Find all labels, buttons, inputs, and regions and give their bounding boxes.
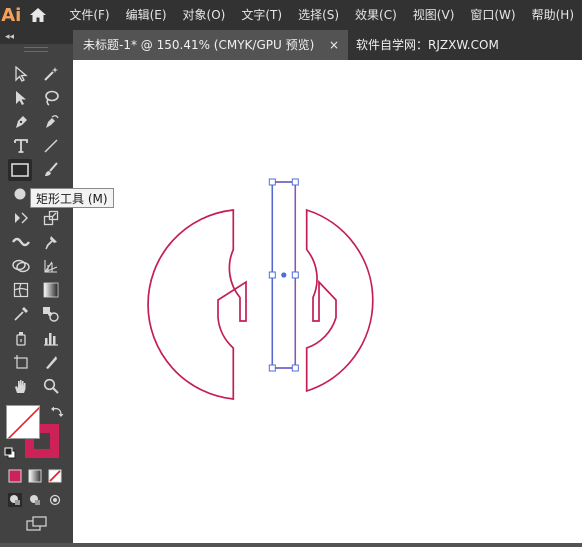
menu-edit[interactable]: 编辑(E) [118,0,175,30]
tab-document[interactable]: 未标题-1* @ 150.41% (CMYK/GPU 预览) [73,30,348,60]
artboard-icon[interactable] [9,351,33,373]
type-icon[interactable] [9,135,33,157]
menu-bar: Ai 文件(F) 编辑(E) 对象(O) 文字(T) 选择(S) 效果(C) 视… [0,0,582,30]
panel-grip[interactable] [24,47,48,52]
artwork [147,178,374,400]
zoom-icon[interactable] [39,375,63,397]
app-logo: Ai [1,4,22,26]
menu-object[interactable]: 对象(O) [175,0,234,30]
menu-help[interactable]: 帮助(H) [524,0,582,30]
line-segment-icon[interactable] [39,135,63,157]
rectangle-icon[interactable] [8,159,32,181]
document-tab-bar: 未标题-1* @ 150.41% (CMYK/GPU 预览) × 软件自学网：R… [73,30,582,60]
menu-view[interactable]: 视图(V) [405,0,463,30]
shape-builder-icon[interactable] [9,255,33,277]
menu-window[interactable]: 窗口(W) [462,0,523,30]
curvature-icon[interactable] [39,111,63,133]
logo-left-half[interactable] [147,209,247,400]
artboard-canvas[interactable] [73,60,582,543]
none-slash-icon [7,406,39,438]
puppet-warp-icon[interactable] [39,231,63,253]
fill-color-swatch[interactable] [6,405,40,439]
screen-mode-icon[interactable] [26,516,48,532]
logo-right-half[interactable] [305,208,374,393]
symbol-sprayer-icon[interactable] [9,327,33,349]
menu-file[interactable]: 文件(F) [61,0,117,30]
hand-icon[interactable] [9,375,33,397]
tool-tooltip: 矩形工具 (M) [30,188,114,208]
perspective-grid-icon[interactable] [39,255,63,277]
magic-wand-icon[interactable] [39,63,63,85]
pen-icon[interactable] [9,111,33,133]
selection-bounding-box[interactable] [268,178,299,372]
slice-icon[interactable] [39,351,63,373]
selection-tool-icon[interactable] [9,63,33,85]
scale-icon[interactable] [39,207,63,229]
color-mode-button[interactable] [8,468,24,484]
home-icon[interactable] [29,0,48,30]
swap-colors-icon[interactable] [50,404,66,420]
tab-close-icon[interactable]: × [329,30,339,60]
gradient-mode-button[interactable] [28,468,44,484]
draw-behind-button[interactable] [28,492,44,508]
default-colors-icon[interactable] [4,444,20,460]
paintbrush-icon[interactable] [39,159,63,181]
none-mode-button[interactable] [48,468,64,484]
menu-type[interactable]: 文字(T) [233,0,290,30]
lasso-icon[interactable] [39,87,63,109]
panel-collapse-button[interactable]: ◂◂ [0,30,73,44]
tab-watermark-label: 软件自学网：RJZXW.COM [356,38,499,52]
width-icon[interactable] [9,231,33,253]
eyedropper-icon[interactable] [9,303,33,325]
mesh-icon[interactable] [9,279,33,301]
draw-normal-button[interactable] [8,492,24,508]
blend-icon[interactable] [39,303,63,325]
draw-inside-button[interactable] [48,492,64,508]
direct-selection-icon[interactable] [9,87,33,109]
main-menu: 文件(F) 编辑(E) 对象(O) 文字(T) 选择(S) 效果(C) 视图(V… [61,0,582,30]
menu-select[interactable]: 选择(S) [290,0,347,30]
gradient-icon[interactable] [39,279,63,301]
column-graph-icon[interactable] [39,327,63,349]
tools-panel: ◂◂ [0,30,73,543]
menu-effect[interactable]: 效果(C) [347,0,405,30]
rotate-icon[interactable] [9,207,33,229]
